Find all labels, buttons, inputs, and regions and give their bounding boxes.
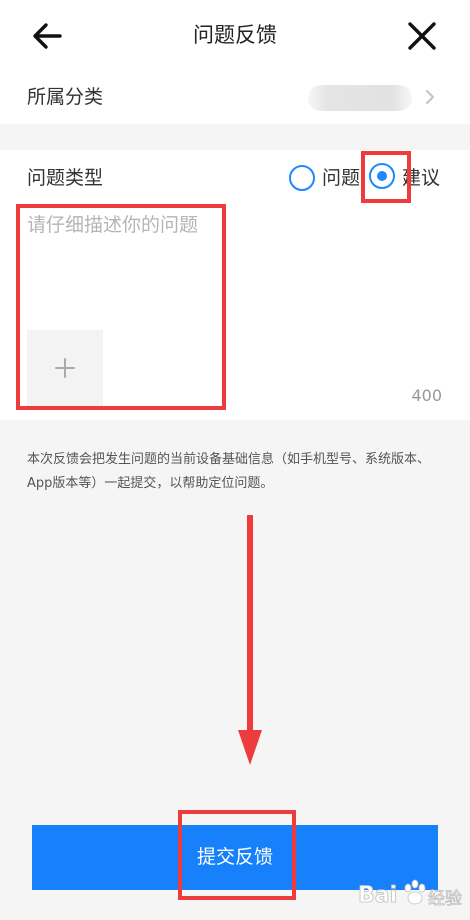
arrow-left-icon[interactable]: [30, 18, 66, 54]
category-row[interactable]: 所属分类: [0, 70, 470, 124]
highlight-description-area: [16, 204, 226, 410]
privacy-notice: 本次反馈会把发生问题的当前设备基础信息（如手机型号、系统版本、App版本等）一起…: [27, 452, 431, 491]
close-icon[interactable]: [404, 18, 440, 54]
baidu-paw-watermark-icon: Bai 经验: [358, 879, 462, 909]
category-value-blurred: [308, 85, 412, 111]
chevron-right-icon: [426, 90, 434, 104]
page-title: 问题反馈: [193, 23, 277, 47]
svg-text:Bai: Bai: [358, 883, 397, 908]
category-label: 所属分类: [27, 86, 104, 108]
svg-text:经验: 经验: [428, 889, 462, 909]
radio-problem-label[interactable]: 问题: [322, 165, 360, 191]
char-limit: 400: [411, 386, 442, 405]
down-arrow-annotation: [238, 515, 262, 765]
radio-problem[interactable]: [289, 165, 315, 191]
highlight-submit-button: [178, 810, 296, 900]
type-label: 问题类型: [27, 167, 104, 189]
highlight-suggestion-radio: [361, 151, 411, 203]
